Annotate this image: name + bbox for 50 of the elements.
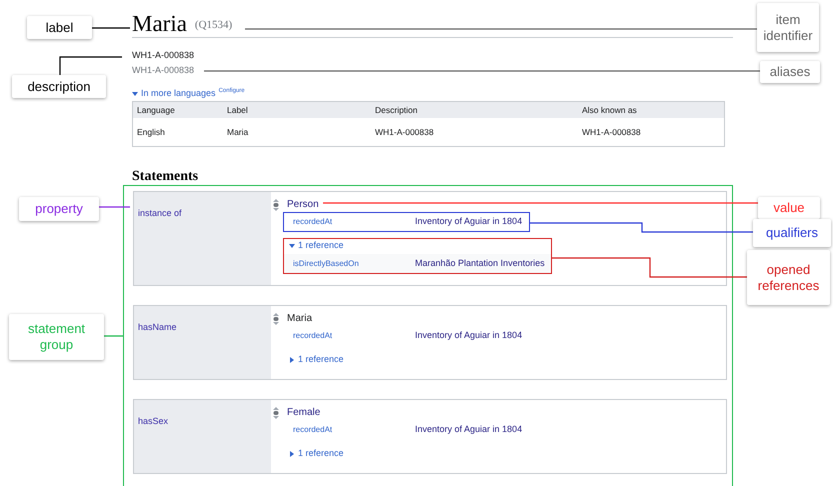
rank-icon (273, 313, 279, 325)
table-cell-text: Maria (226, 126, 250, 138)
caret-icon (289, 243, 295, 249)
leader-line (99, 206, 130, 208)
callout-label: property (19, 197, 99, 221)
callout-label: opened references (747, 250, 830, 305)
item-description: WH1-A-000838 (132, 50, 194, 61)
rank-icon (273, 407, 279, 419)
references-toggle[interactable]: 1 reference (289, 353, 344, 367)
caret-icon (132, 90, 138, 96)
callout-label: description (12, 75, 106, 98)
property-link[interactable]: hasName (138, 322, 177, 332)
item-identifier: (Q1534) (194, 18, 232, 32)
statements-heading: Statements (132, 169, 198, 185)
qualifier-property[interactable]: recordedAt (293, 330, 415, 342)
callout-label: aliases (760, 61, 820, 83)
caret-icon (289, 451, 295, 457)
callout-label: qualifiers (753, 219, 831, 247)
callout-label: item identifier (757, 3, 819, 52)
property-link[interactable]: instance of (138, 208, 182, 218)
leader-line (92, 27, 130, 29)
column-header: Also known as (581, 104, 638, 116)
table-cell-text: WH1-A-000838 (374, 126, 435, 138)
item-label: Maria (132, 12, 187, 35)
callout-label: label (27, 16, 92, 39)
column-header: Description (374, 104, 419, 116)
reference-value[interactable]: Maranhão Plantation Inventories (415, 256, 545, 270)
column-header: Label (226, 104, 249, 116)
callout-label: value (758, 197, 820, 219)
references-toggle[interactable]: 1 reference (289, 447, 344, 461)
property-link[interactable]: hasSex (138, 416, 168, 426)
reference-property[interactable]: isDirectlyBasedOn (293, 258, 415, 270)
qualifier-value[interactable]: Inventory of Aguiar in 1804 (415, 329, 522, 343)
references-toggle[interactable]: 1 reference (289, 239, 344, 253)
value-link[interactable]: Person (287, 199, 319, 211)
leader-line (59, 56, 122, 75)
table-cell-text: WH1-A-000838 (581, 126, 642, 138)
caret-icon (289, 357, 295, 363)
value-text: Maria (287, 313, 312, 325)
qualifier-property[interactable]: recordedAt (293, 216, 415, 228)
item-aliases: WH1-A-000838 (132, 65, 194, 76)
value-link[interactable]: Female (287, 407, 320, 419)
callout-label: statement group (9, 314, 104, 360)
languages-toggle[interactable]: In more languages (132, 88, 216, 99)
table-cell-text: English (136, 126, 166, 138)
qualifier-property[interactable]: recordedAt (293, 424, 415, 436)
rank-icon (273, 199, 279, 211)
qualifier-value[interactable]: Inventory of Aguiar in 1804 (415, 423, 522, 437)
qualifier-value[interactable]: Inventory of Aguiar in 1804 (415, 215, 522, 229)
column-header: Language (136, 104, 176, 116)
